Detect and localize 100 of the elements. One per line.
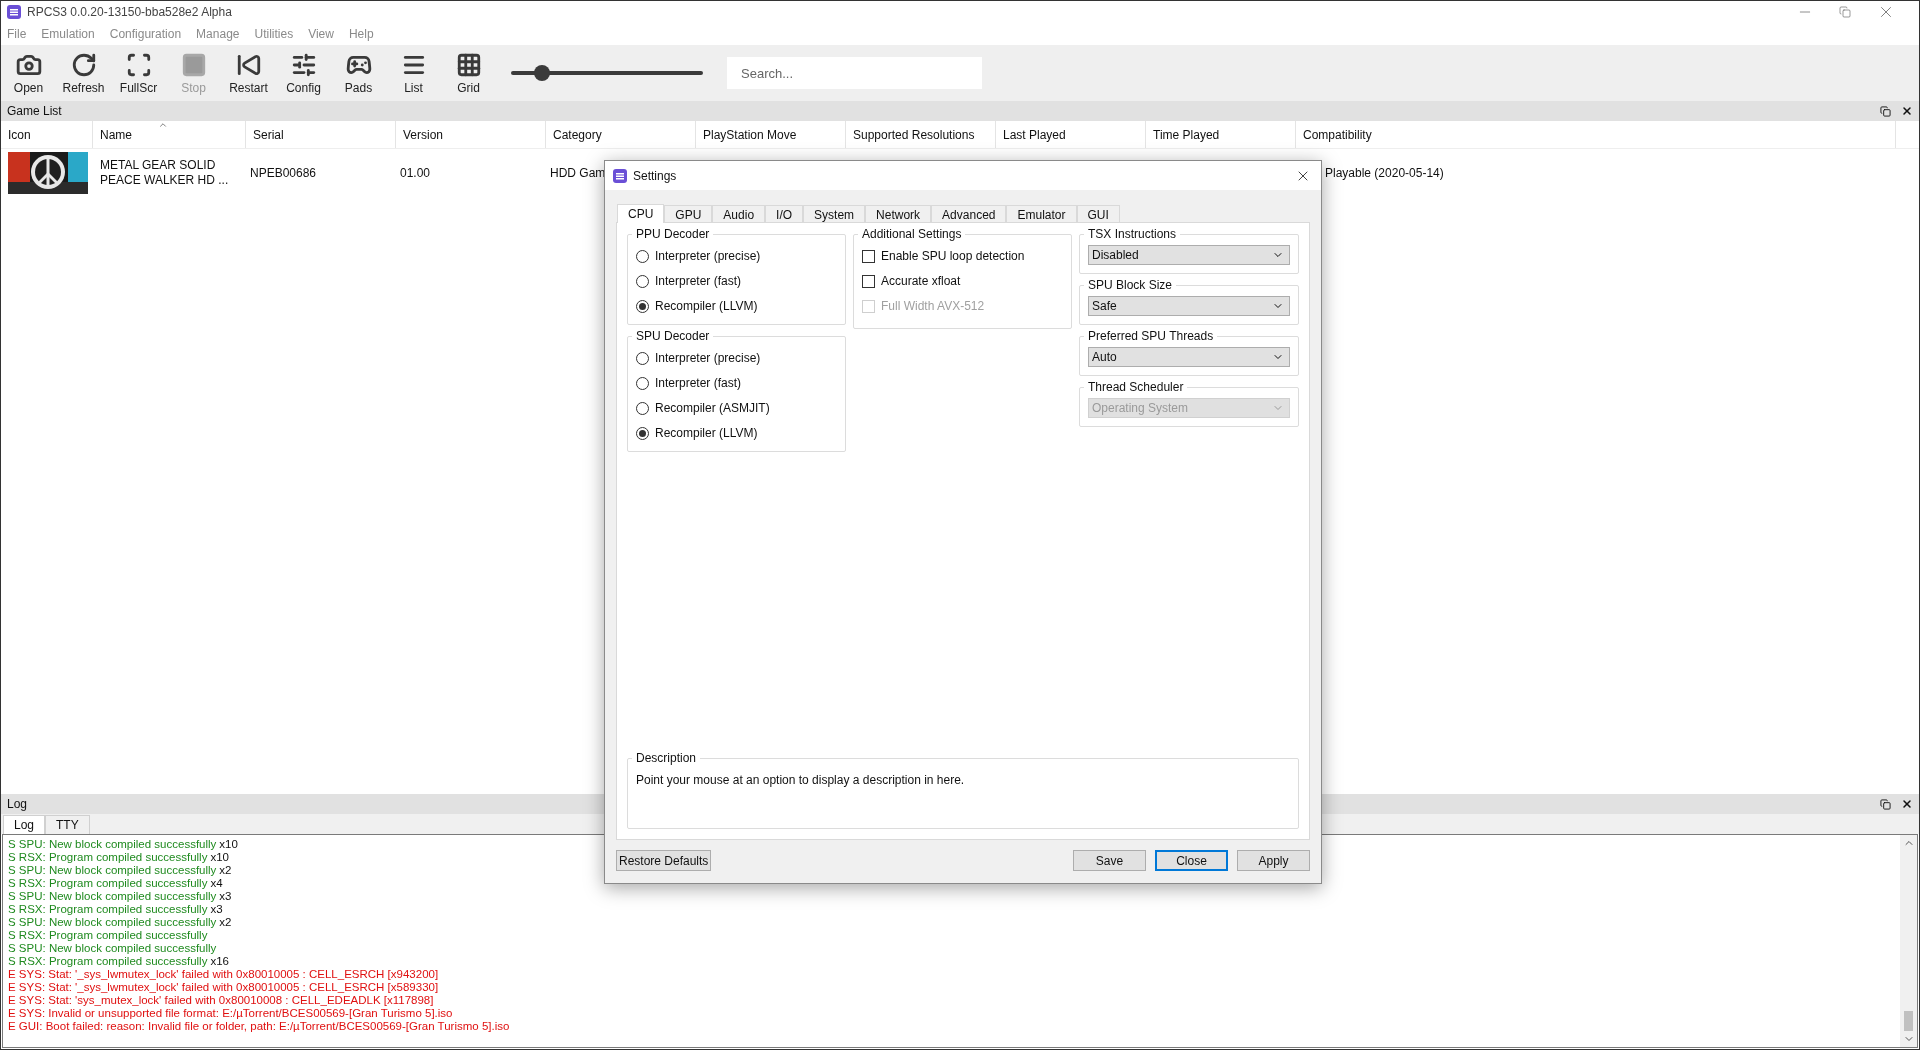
group-title: Thread Scheduler [1087, 379, 1185, 396]
radio-option[interactable]: Interpreter (precise) [636, 349, 837, 367]
repeat-count: x3 [210, 903, 223, 915]
toolbar-button[interactable]: Restart [221, 47, 276, 99]
toolbar-button[interactable]: List [386, 47, 441, 99]
toolbar-button[interactable]: Refresh [56, 47, 111, 99]
column-header[interactable]: Supported Resolutions [846, 121, 996, 148]
dialog-button[interactable]: Save [1073, 850, 1146, 871]
column-header[interactable]: Last Played [996, 121, 1146, 148]
menu-item[interactable]: Configuration [109, 25, 182, 43]
radio-button[interactable] [636, 376, 649, 390]
log-line: E SYS: Stat: '_sys_lwmutex_lock' failed with 0x80010005 : CELL_ESRCH [x589330] [8, 981, 439, 993]
zoom-slider[interactable] [511, 65, 703, 81]
toolbar-button[interactable]: Grid [441, 47, 496, 99]
log-line: S RSX: Program compiled successfully [8, 955, 208, 967]
radio-button[interactable] [636, 274, 649, 288]
dialog-button[interactable]: Close [1155, 850, 1228, 871]
repeat-count: x2 [219, 864, 232, 876]
table-cell: Playable (2020-05-14) [1325, 166, 1444, 180]
undock-icon[interactable] [1880, 798, 1891, 810]
repeat-count: x10 [210, 851, 229, 863]
column-header[interactable]: PlayStation Move [696, 121, 846, 148]
scrollbar[interactable] [1900, 835, 1917, 1047]
group-title: Description [635, 750, 698, 767]
menu-item[interactable]: File [7, 25, 27, 43]
menu-item[interactable]: Emulation [41, 25, 95, 43]
radio-option[interactable]: Recompiler (ASMJIT) [636, 399, 837, 417]
repeat-count: x2 [219, 916, 232, 928]
toolbar-button[interactable]: Config [276, 47, 331, 99]
sliders-icon [290, 52, 317, 78]
group-title: SPU Decoder [635, 328, 711, 345]
refresh-icon [70, 52, 97, 78]
settings-tab[interactable]: System [803, 205, 866, 222]
log-line: S SPU: New block compiled successfully [8, 864, 217, 876]
settings-tab[interactable]: Emulator [1006, 205, 1077, 222]
log-tab[interactable]: Log [3, 815, 46, 834]
scroll-thumb[interactable] [1904, 1011, 1913, 1031]
checkbox-option[interactable]: Enable SPU loop detection [862, 247, 1063, 265]
menu-item[interactable]: Utilities [254, 25, 294, 43]
close-icon[interactable] [1901, 105, 1913, 117]
radio-option[interactable]: Interpreter (fast) [636, 374, 837, 392]
table-cell-text: NPEB00686 [249, 165, 318, 182]
toolbar-button[interactable]: Open [1, 47, 56, 99]
menu-item[interactable]: View [308, 25, 334, 43]
dropdown[interactable]: Auto [1088, 347, 1290, 367]
log-line: S SPU: New block compiled successfully [8, 942, 217, 954]
restore-defaults-button[interactable]: Restore Defaults [616, 850, 712, 871]
log-line: E SYS: Stat: '_sys_lwmutex_lock' failed with 0x80010005 : CELL_ESRCH [x943200] [8, 968, 439, 980]
menu-item[interactable]: Manage [196, 25, 240, 43]
toolbar-button[interactable]: Pads [331, 47, 386, 99]
log-line: S SPU: New block compiled successfully [8, 916, 217, 928]
group-title: PPU Decoder [635, 226, 711, 243]
column-header[interactable]: Version [396, 121, 546, 148]
log-line: E GUI: Boot failed: reason: Invalid file or folder, path: E:/µTorrent/BCES00569-[Gran Turismo 5].iso [8, 1020, 510, 1032]
log-line: S SPU: New block compiled successfully [8, 838, 217, 850]
group-title: SPU Block Size [1087, 277, 1174, 294]
log-line: S RSX: Program compiled successfully [8, 851, 208, 863]
settings-tab[interactable]: Advanced [931, 205, 1007, 222]
checkbox-option[interactable]: Accurate xfloat [862, 272, 1063, 290]
fullscreen-icon [125, 52, 152, 78]
radio-option[interactable]: Interpreter (fast) [636, 272, 837, 290]
radio-button[interactable] [636, 249, 649, 263]
settings-tab[interactable]: Audio [712, 205, 766, 222]
column-header[interactable]: Compatibility [1296, 121, 1896, 148]
settings-tab[interactable]: GUI [1076, 205, 1120, 222]
undock-icon[interactable] [1880, 105, 1891, 117]
column-header[interactable]: Time Played [1146, 121, 1296, 148]
repeat-count: x16 [210, 955, 229, 967]
settings-tab[interactable]: CPU [617, 204, 665, 223]
dropdown[interactable]: Safe [1088, 296, 1290, 316]
settings-tab[interactable]: Network [865, 205, 932, 222]
radio-option[interactable]: Recompiler (LLVM) [636, 297, 837, 315]
menu-item[interactable]: Help [348, 25, 374, 43]
close-icon[interactable] [1901, 798, 1913, 810]
radio-option[interactable]: Interpreter (precise) [636, 247, 837, 265]
radio-button[interactable] [636, 426, 649, 440]
dropdown[interactable]: Disabled [1088, 245, 1290, 265]
settings-tab[interactable]: I/O [765, 205, 804, 222]
log-line: S RSX: Program compiled successfully [8, 929, 208, 941]
settings-tab[interactable]: GPU [664, 205, 713, 222]
table-cell: HDD Gam [550, 166, 606, 180]
radio-option[interactable]: Recompiler (LLVM) [636, 424, 837, 442]
column-header[interactable]: Name [93, 121, 246, 148]
toolbar-button[interactable]: FullScr [111, 47, 166, 99]
stop-icon [180, 52, 207, 78]
radio-button[interactable] [636, 299, 649, 313]
radio-button[interactable] [636, 401, 649, 415]
search-field[interactable]: Search... [727, 57, 982, 89]
log-tab[interactable]: TTY [45, 815, 90, 834]
dialog-button[interactable]: Apply [1237, 850, 1310, 871]
checkbox[interactable] [862, 249, 875, 263]
radio-button[interactable] [636, 351, 649, 365]
window-title: RPCS3 0.0.20-13150-bba528e2 Alpha [27, 4, 232, 21]
dialog-title: Settings [633, 167, 677, 185]
checkbox[interactable] [862, 274, 875, 288]
repeat-count: x10 [219, 838, 238, 850]
dock-title: Log [7, 796, 28, 813]
column-header[interactable]: Icon [1, 121, 93, 148]
column-header[interactable]: Serial [246, 121, 396, 148]
column-header[interactable]: Category [546, 121, 696, 148]
